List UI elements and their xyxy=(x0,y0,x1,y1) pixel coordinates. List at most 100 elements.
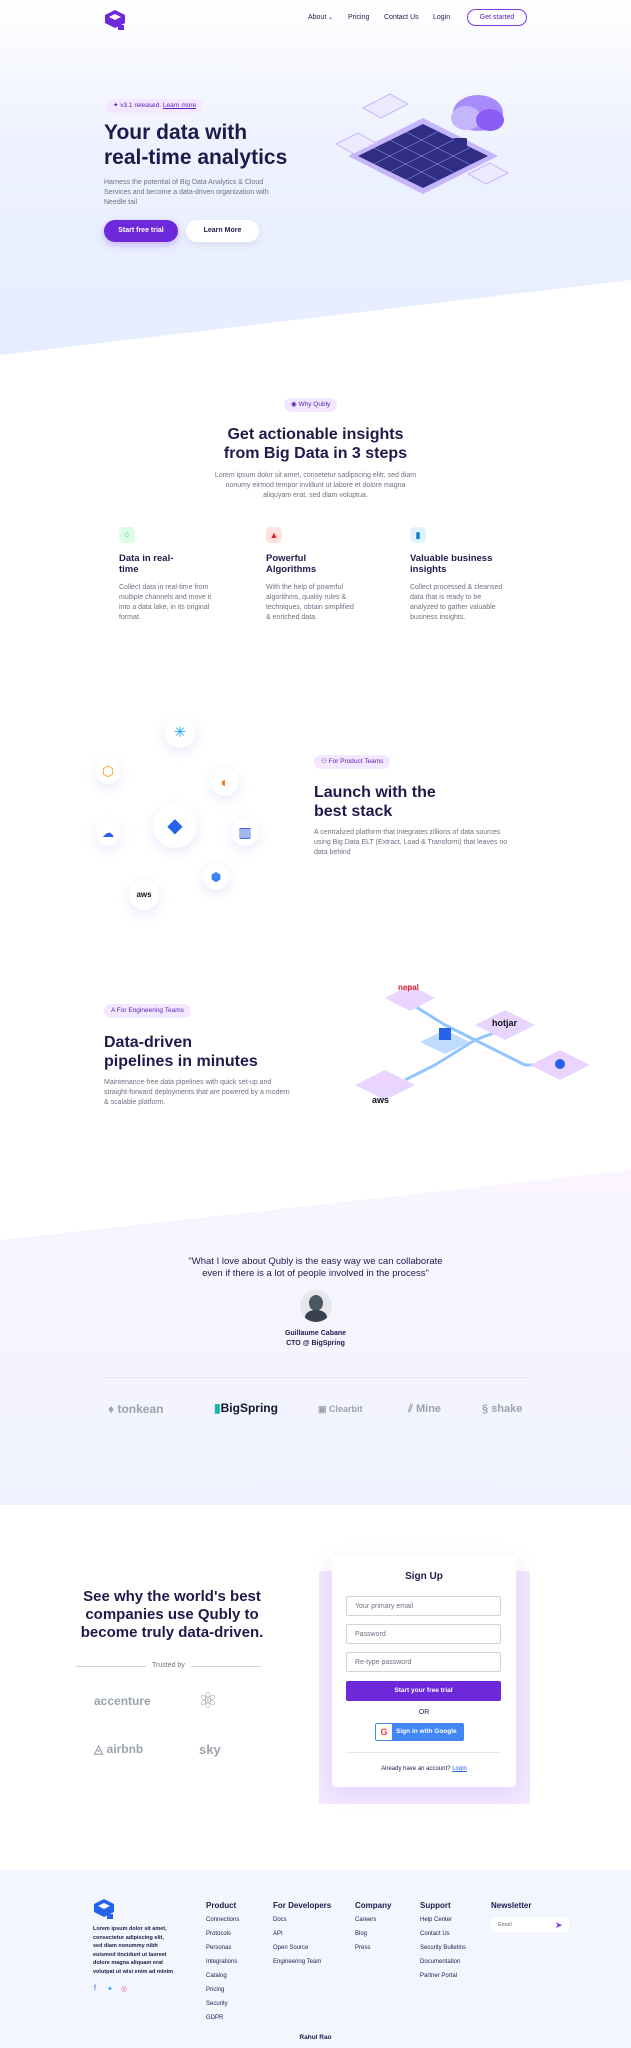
start-trial-submit-button[interactable]: Start your free trial xyxy=(346,1681,501,1701)
feature-desc-line: business insights. xyxy=(410,614,466,621)
client-name: tonkean xyxy=(117,1402,164,1416)
google-button-label: Sign in with Google xyxy=(396,1728,457,1735)
password-field[interactable]: Password xyxy=(346,1624,501,1644)
footer-link[interactable]: Documentation xyxy=(420,1955,466,1969)
testimonial-quote: "What I love about Qubly is the easy way… xyxy=(0,1256,631,1280)
why-title-line: Get actionable insights xyxy=(227,426,404,443)
logo-sky: sky xyxy=(199,1742,221,1757)
footer-link[interactable]: Partner Portal xyxy=(420,1969,466,1983)
email-field[interactable]: Your primary email xyxy=(346,1596,501,1616)
hero-background xyxy=(0,0,631,355)
nepal-tile: nepal xyxy=(398,983,419,992)
footer-link[interactable]: Contact Us xyxy=(420,1927,466,1941)
feature-desc-line: Collect processed & cleansed xyxy=(410,584,503,591)
footer-link[interactable]: Protocols xyxy=(206,1927,239,1941)
feature-title-line: time xyxy=(119,564,139,575)
stack-text-line: using Big Data ELT (Extract, Load & Tran… xyxy=(314,839,508,846)
client-logo-tonkean: ♦ tonkean xyxy=(108,1402,164,1416)
send-icon[interactable]: ➤ xyxy=(555,1918,563,1932)
start-free-trial-button[interactable]: Start free trial xyxy=(104,220,178,242)
footer-link[interactable]: Integrations xyxy=(206,1955,239,1969)
footer-logo-icon[interactable] xyxy=(93,1898,115,1920)
feature-desc-line: data that is ready to be xyxy=(410,594,482,601)
or-divider: OR xyxy=(418,1709,430,1716)
instagram-icon[interactable]: ◎ xyxy=(121,1985,127,1993)
retype-password-field[interactable]: Re-type password xyxy=(346,1652,501,1672)
client-logo-shake: § shake xyxy=(482,1403,523,1415)
signup-heading-line: See why the world's best xyxy=(83,1588,261,1605)
pipelines-title-line: Data-driven xyxy=(104,1034,193,1051)
divider xyxy=(104,1377,527,1378)
footer-link[interactable]: Personas xyxy=(206,1941,239,1955)
form-title: Sign Up xyxy=(405,1571,443,1582)
learn-more-link[interactable]: Learn more xyxy=(163,102,196,109)
logo-airbnb: ◬ airbnb xyxy=(94,1742,144,1756)
feature-desc-line: algorithms, quality rules & xyxy=(266,594,347,601)
feature-desc-line: analyzed to gather valuable xyxy=(410,604,496,611)
newsletter-title: Newsletter xyxy=(491,1901,532,1910)
pill-text: Why Qubly xyxy=(298,401,331,408)
signup-heading: See why the world's best companies use Q… xyxy=(72,1588,272,1642)
author-name: Guillaume Cabane xyxy=(284,1330,347,1337)
footer-link[interactable]: GDPR xyxy=(206,2011,239,2025)
footer-link[interactable]: Engineering Team xyxy=(273,1955,331,1969)
pill-text: For Engineering Teams xyxy=(116,1007,184,1014)
footer-link[interactable]: Catalog xyxy=(206,1969,239,1983)
hotjar-tile: hotjar xyxy=(492,1018,518,1028)
logo-text: airbnb xyxy=(106,1742,144,1756)
pipelines-text: Maintenance-free data pipelines with qui… xyxy=(104,1078,334,1108)
facebook-icon[interactable]: f xyxy=(94,1985,96,1992)
qubly-center-icon: ◆ xyxy=(153,804,197,848)
hero-subtitle: Harness the potential of Big Data Analyt… xyxy=(104,178,304,208)
signup-form: Sign Up Your primary email Password Re-t… xyxy=(332,1555,516,1787)
footer-link[interactable]: Open Source xyxy=(273,1941,331,1955)
feature-title-line: insights xyxy=(410,564,447,575)
footer-about-line: dolore magna aliquam erat xyxy=(93,1960,163,1966)
footer-link[interactable]: Docs xyxy=(273,1913,331,1927)
learn-more-button[interactable]: Learn More xyxy=(186,220,259,242)
nav-about[interactable]: About xyxy=(308,14,326,21)
hero-subtitle-line: Services and become a data-driven organi… xyxy=(104,189,269,196)
feature-description: Collect processed & cleansed data that is… xyxy=(410,583,520,623)
snowflake-icon: ✳ xyxy=(165,718,195,748)
users-icon: ⚇ xyxy=(321,758,329,765)
twitter-icon[interactable]: ✦ xyxy=(107,1985,113,1993)
footer-link[interactable]: Pricing xyxy=(206,1983,239,1997)
why-text: Lorem ipsum dolor sit amet, consetetur s… xyxy=(0,471,631,501)
footer-link[interactable]: Help Center xyxy=(420,1913,466,1927)
client-name: BigSpring xyxy=(220,1401,278,1415)
hero-subtitle-line: Harness the potential of Big Data Analyt… xyxy=(104,179,264,186)
footer-column: For Developers Docs API Open Source Engineer… xyxy=(273,1901,331,1969)
pipelines-title-line: pipelines in minutes xyxy=(104,1053,258,1070)
nav-login[interactable]: Login xyxy=(433,14,450,21)
why-text-line: nonumy eirmod tempor invidunt ut labore … xyxy=(225,482,406,489)
login-link[interactable]: Login xyxy=(452,1766,467,1772)
footer-link[interactable]: Careers xyxy=(355,1913,391,1927)
pill-text: For Product Teams xyxy=(328,758,384,765)
footer-link[interactable]: Press xyxy=(355,1941,391,1955)
footer-link[interactable]: Security xyxy=(206,1997,239,2011)
get-started-button[interactable]: Get started xyxy=(467,9,527,26)
footer-column-title: For Developers xyxy=(273,1901,332,1910)
stack-text-line: data behind xyxy=(314,849,351,856)
qubly-logo-icon[interactable] xyxy=(104,9,126,31)
footer-link[interactable]: Connections xyxy=(206,1913,239,1927)
pipelines-text-line: straight-forward deployments that are po… xyxy=(104,1089,290,1096)
google-signin-button[interactable]: G Sign in with Google xyxy=(375,1723,464,1741)
feature-title: Data in real-time xyxy=(119,553,173,575)
footer-about-line: sed diam nonummy nibh xyxy=(93,1943,158,1949)
logo-accenture: accenture xyxy=(94,1694,151,1708)
footer-link[interactable]: API xyxy=(273,1927,331,1941)
divider xyxy=(346,1752,501,1753)
stack-title: Launch with the best stack xyxy=(314,783,436,821)
cloud-upload-icon: ☁ xyxy=(95,820,121,846)
feature-description: Collect data in real-time from multiple c… xyxy=(119,583,229,623)
feature-title: Powerful Algorithms xyxy=(266,553,316,575)
why-text-line: aliquyam erat, sed diam voluptua. xyxy=(263,492,368,499)
stack-title-line: best stack xyxy=(314,803,393,820)
footer-link[interactable]: Security Bulletins xyxy=(420,1941,466,1955)
feature-icon: ▲ xyxy=(266,527,282,543)
nav-pricing[interactable]: Pricing xyxy=(348,14,369,21)
footer-link[interactable]: Blog xyxy=(355,1927,391,1941)
nav-contact[interactable]: Contact Us xyxy=(384,14,419,21)
